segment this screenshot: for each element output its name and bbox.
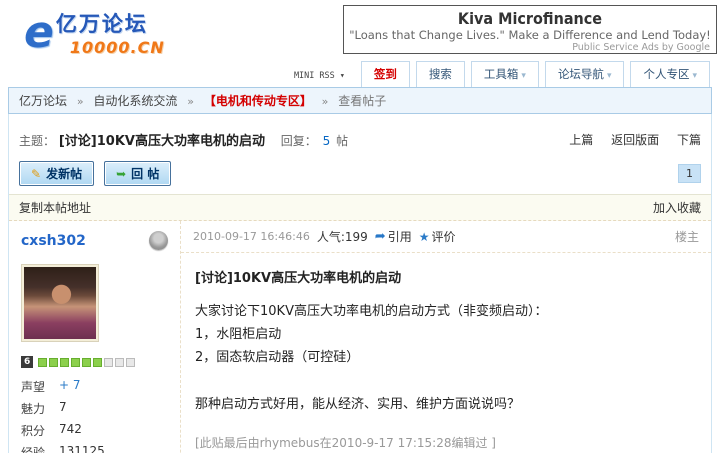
logo-title: 亿万论坛 <box>55 12 148 36</box>
stat-value: 131125 <box>59 444 105 453</box>
stat-label: 魅力 <box>21 402 46 416</box>
logo-domain: 10000.CN <box>69 38 165 57</box>
breadcrumb-separator: » <box>321 95 329 108</box>
tab-personal[interactable]: 个人专区 ▾ <box>630 61 710 87</box>
thread-title-row: 主题： [讨论]10KV高压大功率电机的启动 回复： 5 帖 上篇 返回版面 下… <box>9 114 711 155</box>
new-post-button[interactable]: ✎ 发新帖 <box>19 161 95 186</box>
breadcrumb-separator: » <box>187 95 194 108</box>
subject-label: 主题： <box>19 134 56 148</box>
site-header: e 亿万论坛 10000.CN Kiva Microfinance "Loans… <box>0 0 720 60</box>
stat-value: 7 <box>59 400 67 414</box>
post-block: 复制本帖地址 加入收藏 cxsh302 6 声望 + 7 魅力 7 积分 742… <box>9 194 711 453</box>
add-favorite-link[interactable]: 加入收藏 <box>653 199 701 216</box>
pencil-icon: ✎ <box>31 166 42 181</box>
reply-count: 5 <box>322 134 331 148</box>
post-paragraph: 大家讨论下10KV高压大功率电机的启动方式（非变频启动）： <box>195 304 548 319</box>
prev-thread-link[interactable]: 上篇 <box>569 133 593 147</box>
tab-toolbox[interactable]: 工具箱 ▾ <box>470 61 539 87</box>
breadcrumb-category[interactable]: 自动化系统交流 <box>93 94 177 108</box>
rss-link[interactable]: RSS <box>319 71 334 81</box>
user-level-bar: 6 <box>21 356 168 368</box>
next-thread-link[interactable]: 下篇 <box>677 133 701 147</box>
stat-label: 经验 <box>21 446 46 453</box>
post-header-row: 复制本帖地址 加入收藏 <box>9 195 711 221</box>
chevron-down-icon[interactable]: ▾ <box>340 71 345 81</box>
site-logo[interactable]: e 亿万论坛 10000.CN <box>24 8 165 57</box>
dropdown-arrow-icon: ▾ <box>521 71 526 81</box>
breadcrumb-home[interactable]: 亿万论坛 <box>19 94 67 108</box>
logo-e-icon: e <box>24 6 54 58</box>
breadcrumb-separator: » <box>76 95 84 108</box>
reply-arrow-icon: ➥ <box>116 166 127 181</box>
stat-label: 积分 <box>21 424 46 438</box>
level-badge: 6 <box>21 356 34 368</box>
breadcrumb-board[interactable]: 【电机和传动专区】 <box>204 94 312 108</box>
author-panel: cxsh302 6 声望 + 7 魅力 7 积分 742 经验 131125 <box>9 221 181 453</box>
stat-value: 742 <box>59 422 82 436</box>
author-stats: 声望 + 7 魅力 7 积分 742 经验 131125 <box>21 378 168 453</box>
breadcrumb: 亿万论坛 » 自动化系统交流 » 【电机和传动专区】 » 查看帖子 <box>8 87 712 114</box>
toolbar: MINI RSS ▾ 签到 搜索 工具箱 ▾ 论坛导航 ▾ 个人专区 ▾ <box>0 60 720 87</box>
rate-link[interactable]: ★ 评价 <box>419 228 456 245</box>
post-question: 那种启动方式好用，能从经济、实用、维护方面说说吗？ <box>195 397 521 412</box>
stat-label: 声望 <box>21 380 46 394</box>
main-content: 主题： [讨论]10KV高压大功率电机的启动 回复： 5 帖 上篇 返回版面 下… <box>8 114 712 453</box>
back-to-board-link[interactable]: 返回版面 <box>611 133 659 147</box>
post-meta-row: 2010-09-17 16:46:46 人气:199 ➦ 引用 ★ 评价 楼主 <box>181 221 711 253</box>
dropdown-arrow-icon: ▾ <box>692 71 697 81</box>
ad-byline: Public Service Ads by Google <box>572 42 710 53</box>
tab-signin[interactable]: 签到 <box>360 61 410 87</box>
post-paragraph: 2，固态软启动器（可控硅） <box>195 350 360 365</box>
default-avatar-icon <box>149 231 168 250</box>
actions-row: ✎ 发新帖 ➥ 回 帖 1 <box>9 155 711 194</box>
avatar <box>21 264 99 342</box>
breadcrumb-current: 查看帖子 <box>338 94 387 108</box>
tab-search[interactable]: 搜索 <box>415 61 465 87</box>
reply-label: 回复： <box>280 134 317 148</box>
copy-post-link[interactable]: 复制本帖地址 <box>19 199 91 216</box>
star-icon: ★ <box>418 229 430 244</box>
quote-link[interactable]: ➦ 引用 <box>375 228 412 245</box>
stat-value[interactable]: + 7 <box>59 378 81 395</box>
reply-button[interactable]: ➥ 回 帖 <box>104 161 172 186</box>
page-number[interactable]: 1 <box>678 164 701 183</box>
ad-banner[interactable]: Kiva Microfinance "Loans that Change Liv… <box>343 5 717 54</box>
author-username[interactable]: cxsh302 <box>21 233 86 249</box>
tab-forum-nav[interactable]: 论坛导航 ▾ <box>544 61 625 87</box>
thread-subject: [讨论]10KV高压大功率电机的启动 <box>58 134 265 149</box>
post-title: [讨论]10KV高压大功率电机的启动 <box>195 271 402 286</box>
ad-tagline: "Loans that Change Lives." Make a Differ… <box>349 28 711 42</box>
ad-title: Kiva Microfinance <box>457 9 603 28</box>
mini-link[interactable]: MINI <box>294 71 314 81</box>
view-count: 人气:199 <box>316 230 368 244</box>
post-datetime: 2010-09-17 16:46:46 <box>193 230 310 243</box>
post-content: [讨论]10KV高压大功率电机的启动 大家讨论下10KV高压大功率电机的启动方式… <box>181 253 711 453</box>
floor-badge: 楼主 <box>674 230 699 244</box>
quote-icon: ➦ <box>374 229 386 244</box>
dropdown-arrow-icon: ▾ <box>606 71 612 81</box>
edit-note: [此贴最后由rhymebus在2010-9-17 17:15:28编辑过 ] <box>195 436 496 450</box>
post-paragraph: 1，水阻柜启动 <box>195 327 282 342</box>
reply-unit: 帖 <box>336 134 349 148</box>
